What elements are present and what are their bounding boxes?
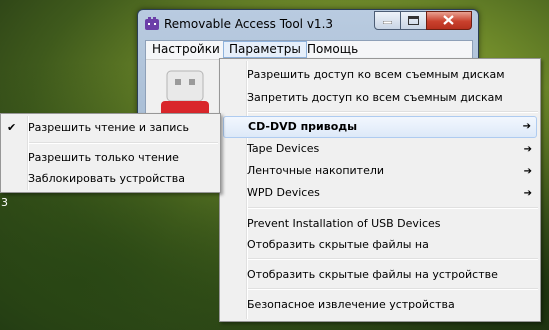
menu-item-deny-all[interactable]: Запретить доступ ко всем съемным дискам (247, 88, 503, 108)
menu-item-allow-all[interactable]: Разрешить доступ ко всем съемным дискам (247, 65, 505, 85)
app-icon (145, 17, 159, 30)
maximize-icon (408, 16, 419, 25)
menu-item-label: Ленточные накопители (247, 164, 385, 177)
menu-item-label: Запретить доступ ко всем съемным дискам (247, 91, 503, 104)
close-button[interactable] (426, 11, 472, 30)
menu-separator (248, 207, 538, 209)
menu-item-label: Разрешить только чтение (28, 151, 179, 164)
desktop-edge-text: 3 (1, 196, 8, 209)
close-icon (443, 15, 454, 25)
submenu-arrow-icon: ➔ (523, 166, 532, 177)
maximize-button[interactable] (400, 11, 427, 30)
menu-item-label: Разрешить доступ ко всем съемным дискам (247, 68, 505, 81)
cd-dvd-submenu: ✔ Разрешить чтение и запись Разрешить то… (0, 113, 221, 193)
menu-item-tape-drives[interactable]: Ленточные накопители (247, 161, 384, 181)
menu-item-label: WPD Devices (247, 186, 320, 199)
menu-item-show-hidden-on-device[interactable]: Отобразить скрытые файлы на устройстве (247, 265, 498, 285)
menu-separator (29, 142, 218, 144)
submenu-item-read-write[interactable]: Разрешить чтение и запись (28, 118, 189, 138)
menu-item-label: Tape Devices (247, 142, 320, 155)
menu-item-show-hidden-files[interactable]: Отобразить скрытые файлы на (247, 235, 429, 255)
window-title: Removable Access Tool v1.3 (164, 17, 334, 31)
menu-item-label: Разрешить чтение и запись (28, 121, 189, 134)
minimize-icon (383, 21, 392, 24)
menu-item-label: Безопасное извлечение устройства (247, 298, 455, 311)
menu-settings[interactable]: Настройки (147, 42, 225, 57)
menu-separator (248, 288, 538, 290)
checkmark-icon: ✔ (7, 121, 17, 134)
menu-item-tape-devices[interactable]: Tape Devices (247, 139, 540, 159)
title-bar[interactable]: Removable Access Tool v1.3 (138, 10, 478, 38)
submenu-arrow-icon: ➔ (523, 144, 532, 155)
menu-item-safe-eject[interactable]: Безопасное извлечение устройства (247, 295, 455, 315)
menu-separator (248, 258, 538, 260)
minimize-button[interactable] (374, 11, 401, 30)
menu-item-prevent-usb-install[interactable]: Prevent Installation of USB Devices (247, 214, 441, 234)
menu-item-label: Prevent Installation of USB Devices (247, 217, 441, 230)
menu-item-label: CD-DVD приводы (248, 120, 358, 133)
submenu-arrow-icon: ➔ (523, 188, 532, 199)
menu-item-label: Отобразить скрытые файлы на (247, 238, 429, 251)
menu-item-wpd-devices[interactable]: WPD Devices (247, 183, 320, 203)
menu-parameters[interactable]: Параметры (223, 41, 307, 58)
menu-item-cd-dvd[interactable]: CD-DVD приводы ➔ (223, 116, 537, 138)
menu-help[interactable]: Помощь (302, 42, 363, 57)
parameters-menu: Разрешить доступ ко всем съемным дискам … (219, 58, 541, 322)
menu-separator (248, 111, 538, 113)
submenu-item-block-devices[interactable]: Заблокировать устройства (28, 169, 185, 189)
menu-item-label: Заблокировать устройства (28, 172, 185, 185)
submenu-item-read-only[interactable]: Разрешить только чтение (28, 148, 179, 168)
menu-item-label: Отобразить скрытые файлы на устройстве (247, 268, 498, 281)
submenu-arrow-icon: ➔ (522, 121, 531, 132)
